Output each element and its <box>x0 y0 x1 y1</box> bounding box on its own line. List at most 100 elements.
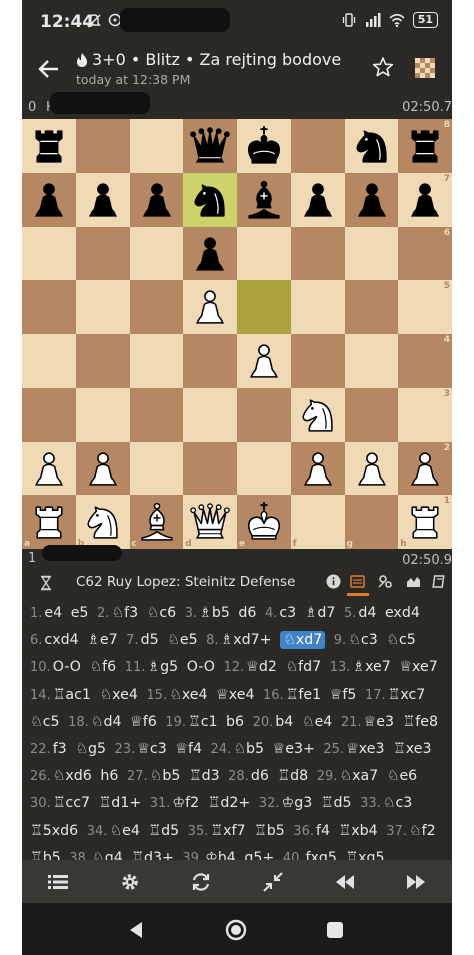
move[interactable]: ♘e5 <box>167 632 197 648</box>
move[interactable]: ♖fe8 <box>403 714 438 730</box>
move[interactable]: h6 <box>100 768 118 784</box>
square-e2[interactable] <box>237 441 291 496</box>
square-b8[interactable] <box>75 119 130 173</box>
black-rook-icon[interactable] <box>26 123 72 169</box>
step-back-icon[interactable] <box>334 871 356 893</box>
square-g1[interactable]: g <box>344 495 399 549</box>
move[interactable]: d4 <box>358 605 376 621</box>
square-e6[interactable] <box>237 226 291 281</box>
move[interactable]: ♖xe3 <box>393 741 431 757</box>
move[interactable]: d6 <box>251 768 269 784</box>
white-rook-icon[interactable] <box>26 499 72 545</box>
square-h3[interactable]: 3 <box>398 387 452 442</box>
black-pawn-icon[interactable] <box>349 177 395 223</box>
white-pawn-icon[interactable] <box>80 446 126 492</box>
black-pawn-icon[interactable] <box>402 177 448 223</box>
white-knight-icon[interactable] <box>295 392 341 438</box>
move[interactable]: ♖b5 <box>254 823 285 839</box>
square-h7[interactable]: 7 <box>398 172 452 227</box>
white-pawn-icon[interactable] <box>349 446 395 492</box>
move[interactable]: ♖d2+ <box>208 795 251 811</box>
hourglass-icon[interactable] <box>38 575 54 591</box>
bookmark-star-icon[interactable] <box>372 56 394 78</box>
chess-board[interactable]: 8 7 6 5 4 3 2 a b c d e f g 1 h <box>22 119 452 549</box>
move[interactable]: ♖ac1 <box>53 687 91 703</box>
move[interactable]: ♖d8 <box>277 768 308 784</box>
square-b4[interactable] <box>75 334 130 388</box>
square-e1[interactable]: e <box>237 495 291 549</box>
move[interactable]: ♘e4 <box>302 714 332 730</box>
move[interactable]: ♘f3 <box>111 605 138 621</box>
move[interactable]: ♕f4 <box>175 741 202 757</box>
square-e7[interactable] <box>237 172 291 227</box>
white-knight-icon[interactable] <box>80 499 126 545</box>
move[interactable]: f4 <box>316 823 330 839</box>
menu-list-icon[interactable] <box>47 871 69 893</box>
white-king-icon[interactable] <box>241 499 287 545</box>
square-c2[interactable] <box>129 441 184 496</box>
move[interactable]: ♕d2 <box>246 659 277 675</box>
move[interactable]: ♘b5 <box>150 768 181 784</box>
move[interactable]: ♖xf7 <box>210 823 245 839</box>
square-g4[interactable] <box>344 334 399 388</box>
move[interactable]: ♖c1 <box>188 714 218 730</box>
square-c1[interactable]: c <box>129 495 184 549</box>
square-d4[interactable] <box>183 334 237 388</box>
move[interactable]: ♕c3 <box>137 741 167 757</box>
collapse-arrows-icon[interactable] <box>262 871 284 893</box>
nav-recents-icon[interactable] <box>324 919 346 941</box>
white-bishop-icon[interactable] <box>134 499 180 545</box>
move[interactable]: ♕e3 <box>364 714 394 730</box>
black-queen-icon[interactable] <box>187 123 233 169</box>
square-f2[interactable] <box>290 441 345 496</box>
move[interactable]: ♘fd7 <box>285 659 321 675</box>
move[interactable]: ♗d7 <box>305 605 336 621</box>
move[interactable]: ♘c5 <box>386 632 416 648</box>
square-b7[interactable] <box>75 172 130 227</box>
square-h5[interactable]: 5 <box>398 280 452 334</box>
info-icon[interactable] <box>326 574 341 589</box>
black-pawn-icon[interactable] <box>295 177 341 223</box>
current-move[interactable]: ♘xd7 <box>280 631 326 650</box>
move[interactable]: c3 <box>279 605 296 621</box>
analysis-chart-icon[interactable] <box>406 574 421 589</box>
move[interactable]: ♘e4 <box>109 823 139 839</box>
square-g6[interactable] <box>344 226 399 281</box>
square-b6[interactable] <box>75 226 130 281</box>
white-pawn-icon[interactable] <box>241 338 287 384</box>
move[interactable]: ♘xe4 <box>99 687 137 703</box>
square-a2[interactable] <box>22 441 76 496</box>
square-f8[interactable] <box>290 119 345 173</box>
move[interactable]: ♘e6 <box>387 768 417 784</box>
move[interactable]: ♘xe4 <box>169 687 207 703</box>
move[interactable]: ♘g5 <box>75 741 106 757</box>
square-c8[interactable] <box>129 119 184 173</box>
black-knight-icon[interactable] <box>349 123 395 169</box>
move[interactable]: ♖fe1 <box>286 687 321 703</box>
black-bishop-icon[interactable] <box>241 177 287 223</box>
move[interactable]: d6 <box>238 605 256 621</box>
move[interactable]: ♕f5 <box>330 687 357 703</box>
black-pawn-icon[interactable] <box>187 231 233 277</box>
move[interactable]: O-O <box>53 659 81 675</box>
square-a3[interactable] <box>22 387 76 442</box>
move[interactable]: ♖cc7 <box>53 795 90 811</box>
move[interactable]: ♘c5 <box>30 714 60 730</box>
square-d2[interactable] <box>183 441 237 496</box>
square-d1[interactable]: d <box>183 495 237 549</box>
square-a5[interactable] <box>22 280 76 334</box>
board-theme-icon[interactable] <box>415 58 435 78</box>
square-d8[interactable] <box>183 119 237 173</box>
square-h4[interactable]: 4 <box>398 334 452 388</box>
move[interactable]: ♘xd6 <box>53 768 92 784</box>
move[interactable]: b4 <box>275 714 293 730</box>
black-knight-icon[interactable] <box>187 177 233 223</box>
square-a1[interactable]: a <box>22 495 76 549</box>
step-forward-icon[interactable] <box>405 871 427 893</box>
move[interactable]: ♖5xd6 <box>30 823 78 839</box>
square-b3[interactable] <box>75 387 130 442</box>
square-c5[interactable] <box>129 280 184 334</box>
nav-back-icon[interactable] <box>125 919 147 941</box>
square-c7[interactable] <box>129 172 184 227</box>
square-d3[interactable] <box>183 387 237 442</box>
